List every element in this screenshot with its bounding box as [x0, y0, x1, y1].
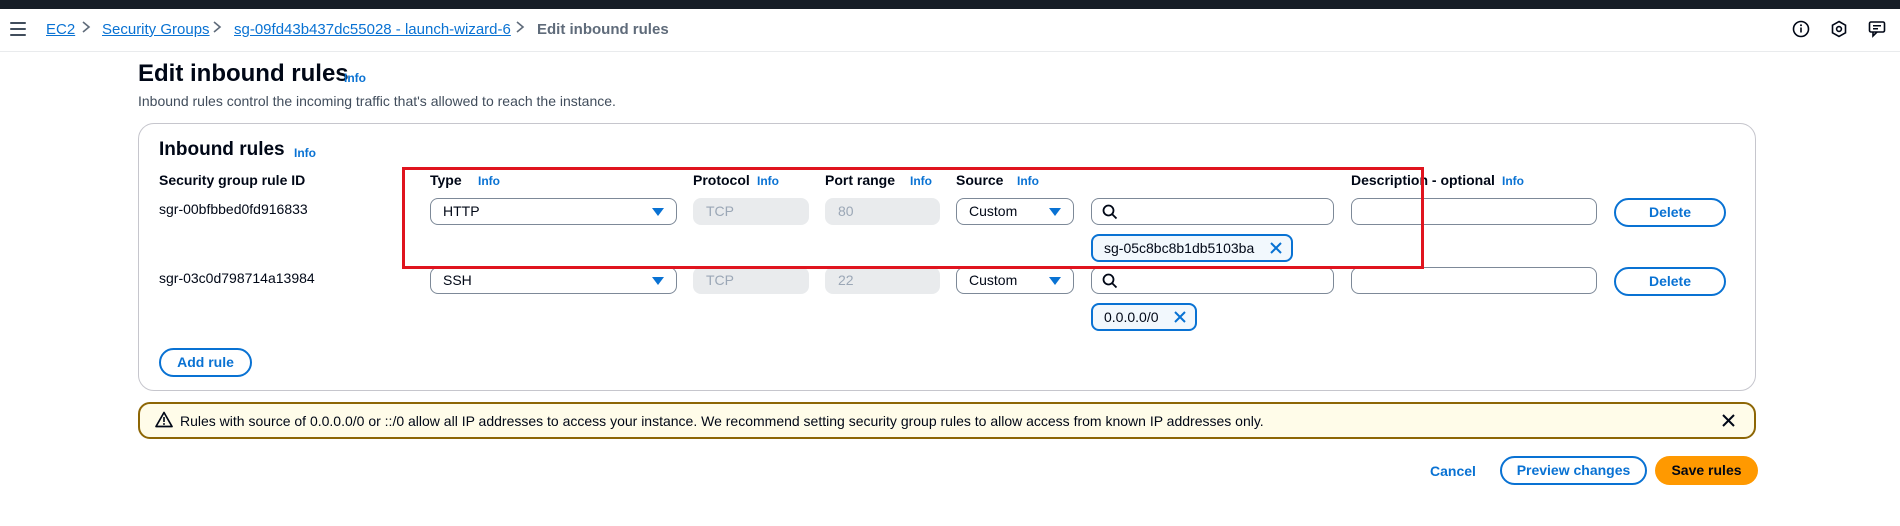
page-title: Edit inbound rules	[138, 60, 349, 87]
source-token-label: 0.0.0.0/0	[1104, 309, 1159, 325]
save-rules-button[interactable]: Save rules	[1655, 456, 1758, 485]
remove-token-icon[interactable]	[1173, 310, 1187, 324]
menu-icon[interactable]	[10, 22, 26, 36]
delete-rule-button[interactable]: Delete	[1614, 267, 1726, 296]
rule-id: sgr-03c0d798714a13984	[159, 270, 315, 286]
add-rule-button[interactable]: Add rule	[159, 348, 252, 377]
breadcrumb-ec2[interactable]: EC2	[46, 21, 75, 38]
cancel-button[interactable]: Cancel	[1430, 463, 1476, 479]
caret-down-icon	[1049, 277, 1061, 285]
caret-down-icon	[652, 277, 664, 285]
type-select[interactable]: SSH	[430, 267, 677, 294]
chevron-right-icon	[213, 21, 222, 33]
description-info-link[interactable]: Info	[1502, 174, 1524, 188]
col-header-rule-id: Security group rule ID	[159, 172, 306, 188]
settings-hex-icon[interactable]	[1830, 20, 1848, 38]
description-input[interactable]	[1351, 267, 1597, 294]
protocol-field: TCP	[693, 267, 809, 294]
close-icon[interactable]	[1721, 413, 1736, 428]
breadcrumb-current: Edit inbound rules	[537, 21, 669, 38]
chevron-right-icon	[516, 21, 525, 33]
source-select[interactable]: Custom	[956, 267, 1074, 294]
page-info-link[interactable]: Info	[344, 71, 366, 85]
rule-id: sgr-00bfbbed0fd916833	[159, 201, 308, 217]
source-token: 0.0.0.0/0	[1091, 303, 1197, 331]
page-description: Inbound rules control the incoming traff…	[138, 93, 616, 109]
panel-info-link[interactable]: Info	[294, 146, 316, 160]
source-select-value: Custom	[969, 272, 1018, 288]
source-search-input[interactable]	[1091, 267, 1334, 294]
highlight-box	[402, 167, 1424, 269]
chevron-right-icon	[82, 21, 91, 33]
top-navigation-bar	[0, 0, 1900, 9]
type-select-value: SSH	[443, 272, 472, 288]
preview-changes-button[interactable]: Preview changes	[1500, 456, 1647, 485]
delete-rule-button[interactable]: Delete	[1614, 198, 1726, 227]
warning-icon	[155, 411, 173, 428]
breadcrumb-security-group[interactable]: sg-09fd43b437dc55028 - launch-wizard-6	[234, 21, 511, 38]
panel-title: Inbound rules	[159, 139, 285, 160]
breadcrumb-security-groups[interactable]: Security Groups	[102, 21, 210, 38]
feedback-icon[interactable]	[1868, 20, 1886, 38]
warning-alert-text: Rules with source of 0.0.0.0/0 or ::/0 a…	[180, 413, 1264, 429]
search-icon	[1102, 273, 1118, 289]
info-circle-icon[interactable]	[1792, 20, 1810, 38]
port-range-field: 22	[825, 267, 940, 294]
